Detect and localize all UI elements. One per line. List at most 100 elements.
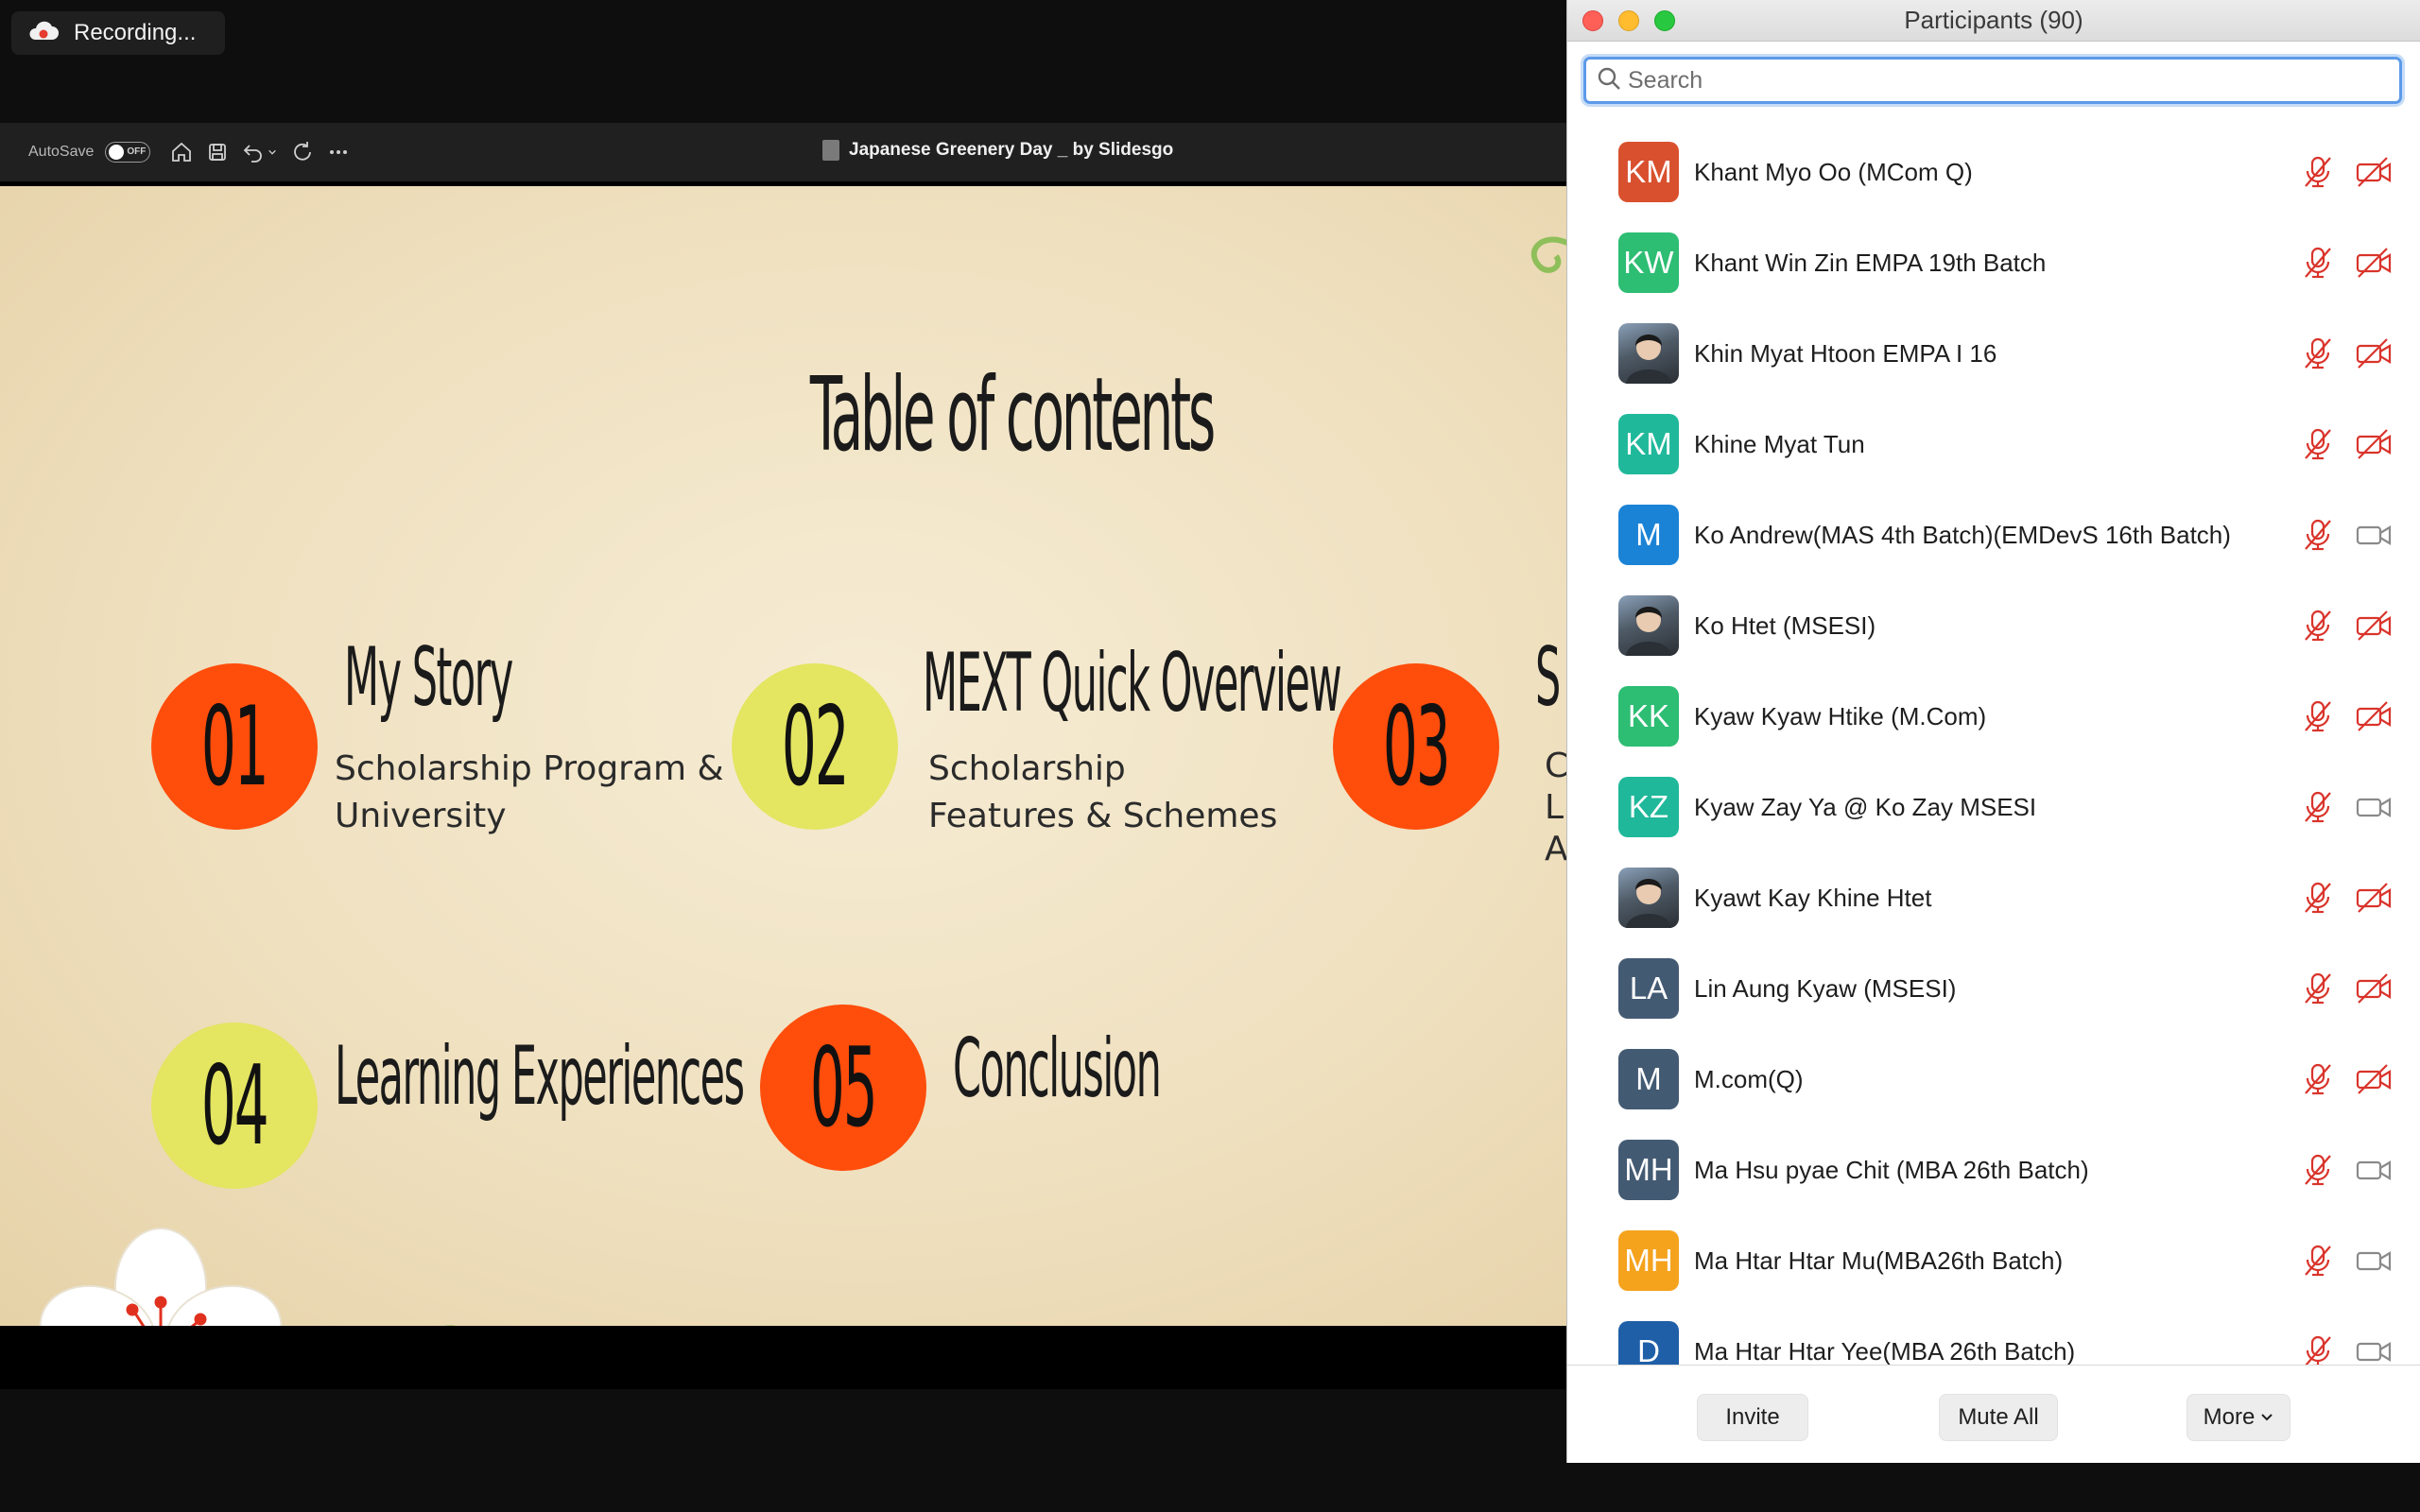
section-circle-04: 04 [151, 1022, 318, 1189]
participant-name: Ma Hsu pyae Chit (MBA 26th Batch) [1694, 1155, 2089, 1184]
participant-row[interactable]: MH Ma Hsu pyae Chit (MBA 26th Batch) [1567, 1125, 2420, 1215]
muted-mic-icon[interactable] [2302, 971, 2334, 1005]
participant-name: M.com(Q) [1694, 1064, 1804, 1093]
save-icon[interactable] [205, 140, 230, 164]
shared-screen-bottom-bar [0, 1326, 1567, 1389]
panel-titlebar[interactable]: Participants (90) [1567, 0, 2420, 42]
muted-mic-icon[interactable] [2302, 790, 2334, 824]
participant-row[interactable]: KM Khant Myo Oo (MCom Q) [1567, 127, 2420, 217]
participant-row[interactable]: Khin Myat Htoon EMPA I 16 [1567, 308, 2420, 399]
mute-all-button[interactable]: Mute All [1939, 1394, 2058, 1441]
subtitle-line: A [1545, 830, 1567, 868]
undo-dropdown-icon[interactable] [268, 140, 279, 164]
participant-avatar: KW [1618, 232, 1679, 293]
participant-list[interactable]: KM Khant Myo Oo (MCom Q) KW Khant Win Zin E… [1567, 127, 2420, 1365]
muted-mic-icon[interactable] [2302, 155, 2334, 189]
participant-row[interactable]: Ko Htet (MSESI) [1567, 580, 2420, 671]
participant-row[interactable]: KM Khine Myat Tun [1567, 399, 2420, 490]
minimize-window-button[interactable] [1618, 10, 1639, 31]
chevron-down-icon [2261, 1414, 2273, 1421]
participant-name: Lin Aung Kyaw (MSESI) [1694, 973, 1957, 1003]
participant-row[interactable]: M Ko Andrew(MAS 4th Batch)(EMDevS 16th Ba… [1567, 490, 2420, 580]
toggle-knob [109, 145, 125, 160]
section-title-05: Conclusion [953, 1022, 1162, 1116]
muted-mic-icon[interactable] [2302, 699, 2334, 733]
invite-button[interactable]: Invite [1697, 1394, 1808, 1441]
participant-name: Khin Myat Htoon EMPA I 16 [1694, 338, 1997, 368]
section-number: 04 [201, 1041, 269, 1170]
section-circle-05: 05 [760, 1005, 926, 1171]
video-off-icon[interactable] [2355, 336, 2393, 370]
video-off-icon[interactable] [2355, 1062, 2393, 1096]
participant-row[interactable]: KK Kyaw Kyaw Htike (M.Com) [1567, 671, 2420, 762]
participant-row[interactable]: KW Khant Win Zin EMPA 19th Batch [1567, 217, 2420, 308]
more-button[interactable]: More [2187, 1394, 2290, 1441]
invite-label: Invite [1725, 1404, 1780, 1430]
participant-photo [1618, 868, 1679, 928]
video-off-icon[interactable] [2355, 881, 2393, 915]
muted-mic-icon[interactable] [2302, 609, 2334, 643]
muted-mic-icon[interactable] [2302, 427, 2334, 461]
autosave-state: OFF [127, 146, 147, 157]
panel-title: Participants (90) [1904, 6, 2083, 34]
section-number: 05 [810, 1023, 878, 1152]
participant-search[interactable] [1583, 57, 2402, 104]
muted-mic-icon[interactable] [2302, 1244, 2334, 1278]
document-title-text: Japanese Greenery Day _ by Slidesgo [849, 140, 1174, 160]
shared-screen: AutoSave OFF Japanese Greenery Day _ by … [0, 123, 1567, 1389]
redo-icon[interactable] [290, 140, 315, 164]
autosave-toggle[interactable]: OFF [105, 142, 151, 163]
participant-row[interactable]: Kyawt Kay Khine Htet [1567, 852, 2420, 943]
muted-mic-icon[interactable] [2302, 336, 2334, 370]
vine-decoration-icon [1530, 236, 1567, 273]
participant-row[interactable]: LA Lin Aung Kyaw (MSESI) [1567, 943, 2420, 1034]
video-off-icon[interactable] [2355, 155, 2393, 189]
section-title-03: S [1535, 630, 1561, 725]
muted-mic-icon[interactable] [2302, 1334, 2334, 1365]
document-title: Japanese Greenery Day _ by Slidesgo [822, 140, 1173, 161]
section-subtitle-02: Scholarship Features & Schemes [928, 746, 1277, 840]
participant-avatar: KK [1618, 686, 1679, 747]
recording-label: Recording... [74, 20, 197, 45]
video-off-icon[interactable] [2355, 609, 2393, 643]
video-off-icon[interactable] [2355, 427, 2393, 461]
video-off-icon[interactable] [2355, 971, 2393, 1005]
section-circle-03: 03 [1333, 663, 1499, 830]
muted-mic-icon[interactable] [2302, 246, 2334, 280]
maximize-window-button[interactable] [1654, 10, 1675, 31]
recording-badge[interactable]: Recording... [11, 11, 225, 55]
close-window-button[interactable] [1582, 10, 1603, 31]
participant-avatar: D [1618, 1321, 1679, 1365]
undo-icon[interactable] [241, 140, 266, 164]
video-off-icon[interactable] [2355, 246, 2393, 280]
muted-mic-icon[interactable] [2302, 1153, 2334, 1187]
search-input[interactable] [1628, 66, 2365, 94]
participant-row[interactable]: D Ma Htar Htar Yee(MBA 26th Batch) [1567, 1306, 2420, 1365]
muted-mic-icon[interactable] [2302, 881, 2334, 915]
cloud-record-icon [26, 20, 60, 47]
participant-name: Ko Andrew(MAS 4th Batch)(EMDevS 16th Bat… [1694, 520, 2231, 549]
home-icon[interactable] [169, 140, 194, 164]
video-camera-icon[interactable] [2355, 518, 2393, 552]
section-number: 02 [782, 682, 850, 811]
muted-mic-icon[interactable] [2302, 518, 2334, 552]
video-camera-icon[interactable] [2355, 1244, 2393, 1278]
participant-name: Ko Htet (MSESI) [1694, 610, 1876, 640]
subtitle-line: Scholarship Program & [335, 749, 724, 788]
muted-mic-icon[interactable] [2302, 1062, 2334, 1096]
section-subtitle-03: C Li A [1545, 746, 1567, 870]
video-off-icon[interactable] [2355, 699, 2393, 733]
video-camera-icon[interactable] [2355, 1334, 2393, 1365]
video-camera-icon[interactable] [2355, 790, 2393, 824]
video-camera-icon[interactable] [2355, 1153, 2393, 1187]
participant-photo [1618, 323, 1679, 384]
document-icon [822, 140, 839, 161]
section-circle-02: 02 [732, 663, 898, 830]
participant-row[interactable]: M M.com(Q) [1567, 1034, 2420, 1125]
participant-avatar: M [1618, 1049, 1679, 1109]
participant-row[interactable]: KZ Kyaw Zay Ya @ Ko Zay MSESI [1567, 762, 2420, 852]
section-subtitle-01: Scholarship Program & University [335, 746, 724, 840]
more-options-icon[interactable] [326, 140, 351, 164]
panel-footer: Invite Mute All More [1567, 1365, 2420, 1463]
participant-row[interactable]: MH Ma Htar Htar Mu(MBA26th Batch) [1567, 1215, 2420, 1306]
